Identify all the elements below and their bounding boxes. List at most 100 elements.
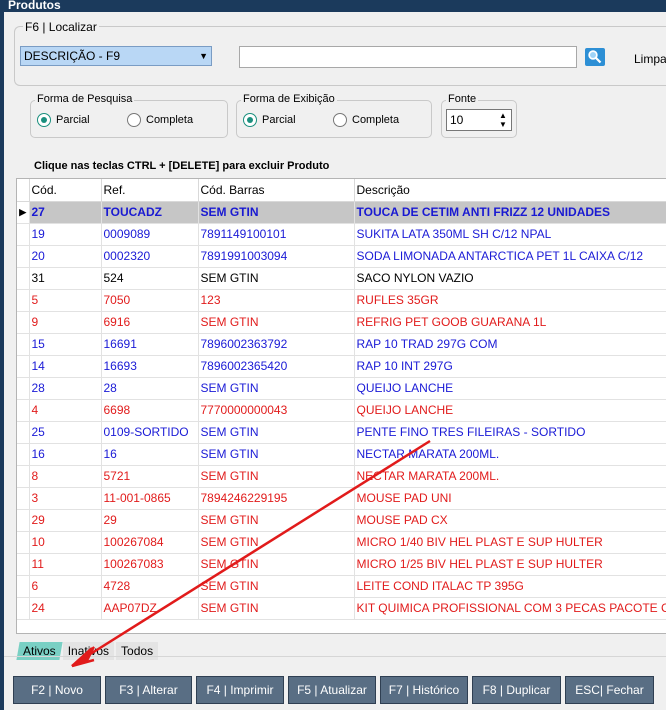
table-row[interactable]: 31 524 SEM GTIN SACO NYLON VAZIO bbox=[17, 267, 666, 290]
cell-barras: SEM GTIN bbox=[198, 201, 355, 224]
row-indicator bbox=[17, 575, 30, 598]
radio-unchecked-icon bbox=[333, 113, 347, 127]
cell-descricao: RAP 10 TRAD 297G COM bbox=[354, 333, 666, 356]
cell-barras: SEM GTIN bbox=[198, 377, 355, 400]
table-row[interactable]: 5 7050 123 RUFLES 35GR bbox=[17, 289, 666, 312]
novo-button[interactable]: F2 | Novo bbox=[13, 676, 101, 704]
fonte-group: Fonte 10 ▲ ▼ bbox=[441, 93, 517, 138]
table-row[interactable]: 25 0109-SORTIDO SEM GTIN PENTE FINO TRES FI… bbox=[17, 421, 666, 444]
table-row[interactable]: ▶ 27 TOUCADZ SEM GTIN TOUCA DE CETIM ANTI FR… bbox=[17, 201, 666, 224]
table-row[interactable]: 4 6698 7770000000043 QUEIJO LANCHE bbox=[17, 399, 666, 422]
imprimir-button[interactable]: F4 | Imprimir bbox=[196, 676, 284, 704]
pesquisa-completa-radio[interactable]: Completa bbox=[127, 113, 193, 127]
cell-barras: SEM GTIN bbox=[198, 531, 355, 554]
row-indicator bbox=[17, 223, 30, 246]
cell-barras: 7891149100101 bbox=[198, 223, 355, 246]
status-tabs: Ativos Inativos Todos bbox=[16, 642, 160, 660]
pesquisa-parcial-radio[interactable]: Parcial bbox=[37, 113, 90, 127]
historico-button[interactable]: F7 | Histórico bbox=[380, 676, 468, 704]
cell-cod: 9 bbox=[29, 311, 102, 334]
cell-ref: 16693 bbox=[101, 355, 199, 378]
font-size-stepper[interactable]: 10 ▲ ▼ bbox=[446, 109, 512, 131]
cell-descricao: MOUSE PAD CX bbox=[354, 509, 666, 532]
tab-inativos[interactable]: Inativos bbox=[62, 642, 115, 660]
cell-descricao: MOUSE PAD UNI bbox=[354, 487, 666, 510]
cell-descricao: REFRIG PET GOOB GUARANA 1L bbox=[354, 311, 666, 334]
cell-ref: 11-001-0865 bbox=[101, 487, 199, 510]
atualizar-button[interactable]: F5 | Atualizar bbox=[288, 676, 376, 704]
radio-checked-icon bbox=[243, 113, 257, 127]
table-row[interactable]: 29 29 SEM GTIN MOUSE PAD CX bbox=[17, 509, 666, 532]
cell-descricao: NECTAR MARATA 200ML. bbox=[354, 443, 666, 466]
cell-descricao: RUFLES 35GR bbox=[354, 289, 666, 312]
cell-descricao: LEITE COND ITALAC TP 395G bbox=[354, 575, 666, 598]
cell-barras: SEM GTIN bbox=[198, 553, 355, 576]
cell-barras: 7770000000043 bbox=[198, 399, 355, 422]
table-row[interactable]: 6 4728 SEM GTIN LEITE COND ITALAC TP 395G bbox=[17, 575, 666, 598]
table-row[interactable]: 3 11-001-0865 7894246229195 MOUSE PAD UNI bbox=[17, 487, 666, 510]
cell-descricao: TOUCA DE CETIM ANTI FRIZZ 12 UNIDADES bbox=[354, 201, 666, 224]
search-button[interactable] bbox=[585, 48, 605, 66]
cell-descricao: KIT QUIMICA PROFISSIONAL COM 3 PECAS PAC… bbox=[354, 597, 666, 620]
clear-label[interactable]: Limpa bbox=[634, 52, 666, 66]
stepper-down-icon[interactable]: ▼ bbox=[497, 120, 509, 129]
tab-ativos[interactable]: Ativos bbox=[16, 642, 63, 660]
cell-descricao: PENTE FINO TRES FILEIRAS - SORTIDO bbox=[354, 421, 666, 444]
cell-ref: 0002320 bbox=[101, 245, 199, 268]
table-row[interactable]: 15 16691 7896002363792 RAP 10 TRAD 297G COM bbox=[17, 333, 666, 356]
cell-ref: 6698 bbox=[101, 399, 199, 422]
table-row[interactable]: 9 6916 SEM GTIN REFRIG PET GOOB GUARANA 1L bbox=[17, 311, 666, 334]
cell-barras: SEM GTIN bbox=[198, 267, 355, 290]
table-row[interactable]: 19 0009089 7891149100101 SUKITA LATA 350ML … bbox=[17, 223, 666, 246]
cell-descricao: SODA LIMONADA ANTARCTICA PET 1L CAIXA C/… bbox=[354, 245, 666, 268]
table-row[interactable]: 16 16 SEM GTIN NECTAR MARATA 200ML. bbox=[17, 443, 666, 466]
fechar-button[interactable]: ESC| Fechar bbox=[565, 676, 654, 704]
table-row[interactable]: 10 100267084 SEM GTIN MICRO 1/40 BIV HEL PL… bbox=[17, 531, 666, 554]
exibicao-completa-radio[interactable]: Completa bbox=[333, 113, 399, 127]
cell-barras: 7891991003094 bbox=[198, 245, 355, 268]
row-indicator bbox=[17, 399, 30, 422]
duplicar-button[interactable]: F8 | Duplicar bbox=[472, 676, 561, 704]
cell-cod: 16 bbox=[29, 443, 102, 466]
column-header-descricao[interactable]: Descrição bbox=[354, 179, 666, 202]
table-row[interactable]: 14 16693 7896002365420 RAP 10 INT 297G bbox=[17, 355, 666, 378]
table-row[interactable]: 28 28 SEM GTIN QUEIJO LANCHE bbox=[17, 377, 666, 400]
radio-label: Completa bbox=[146, 114, 194, 126]
delete-hint: Clique nas teclas CTRL + [DELETE] para e… bbox=[34, 160, 330, 172]
search-input[interactable] bbox=[239, 46, 577, 68]
cell-ref: 5721 bbox=[101, 465, 199, 488]
chevron-down-icon: ▼ bbox=[199, 51, 208, 61]
cell-cod: 15 bbox=[29, 333, 102, 356]
cell-barras: SEM GTIN bbox=[198, 443, 355, 466]
table-row[interactable]: 20 0002320 7891991003094 SODA LIMONADA ANTA… bbox=[17, 245, 666, 268]
exibicao-parcial-radio[interactable]: Parcial bbox=[243, 113, 296, 127]
cell-cod: 29 bbox=[29, 509, 102, 532]
cell-cod: 11 bbox=[29, 553, 102, 576]
row-indicator bbox=[17, 355, 30, 378]
column-header-cod[interactable]: Cód. bbox=[29, 179, 102, 202]
row-indicator bbox=[17, 531, 30, 554]
tab-todos[interactable]: Todos bbox=[116, 642, 159, 660]
table-row[interactable]: 8 5721 SEM GTIN NECTAR MARATA 200ML. bbox=[17, 465, 666, 488]
cell-ref: 100267083 bbox=[101, 553, 199, 576]
row-indicator bbox=[17, 289, 30, 312]
table-row[interactable]: 11 100267083 SEM GTIN MICRO 1/25 BIV HEL PL… bbox=[17, 553, 666, 576]
cell-cod: 25 bbox=[29, 421, 102, 444]
products-table: Cód. Ref. Cód. Barras Descrição ▶ 27 TOUCA… bbox=[17, 179, 666, 620]
search-field-select[interactable]: DESCRIÇÃO - F9 ▼ bbox=[20, 46, 212, 66]
table-row[interactable]: 24 AAP07DZ SEM GTIN KIT QUIMICA PROFISSIONA… bbox=[17, 597, 666, 620]
cell-ref: 7050 bbox=[101, 289, 199, 312]
cell-barras: 7896002365420 bbox=[198, 355, 355, 378]
alterar-button[interactable]: F3 | Alterar bbox=[105, 676, 192, 704]
column-header-barras[interactable]: Cód. Barras bbox=[198, 179, 355, 202]
products-grid[interactable]: Cód. Ref. Cód. Barras Descrição ▶ 27 TOUCA… bbox=[16, 178, 666, 634]
forma-pesquisa-legend: Forma de Pesquisa bbox=[35, 93, 135, 105]
cell-ref: 16 bbox=[101, 443, 199, 466]
row-indicator bbox=[17, 377, 30, 400]
stepper-up-icon[interactable]: ▲ bbox=[497, 111, 509, 120]
cell-descricao: SACO NYLON VAZIO bbox=[354, 267, 666, 290]
column-header-ref[interactable]: Ref. bbox=[101, 179, 199, 202]
cell-barras: 7894246229195 bbox=[198, 487, 355, 510]
row-indicator bbox=[17, 465, 30, 488]
cell-ref: 28 bbox=[101, 377, 199, 400]
